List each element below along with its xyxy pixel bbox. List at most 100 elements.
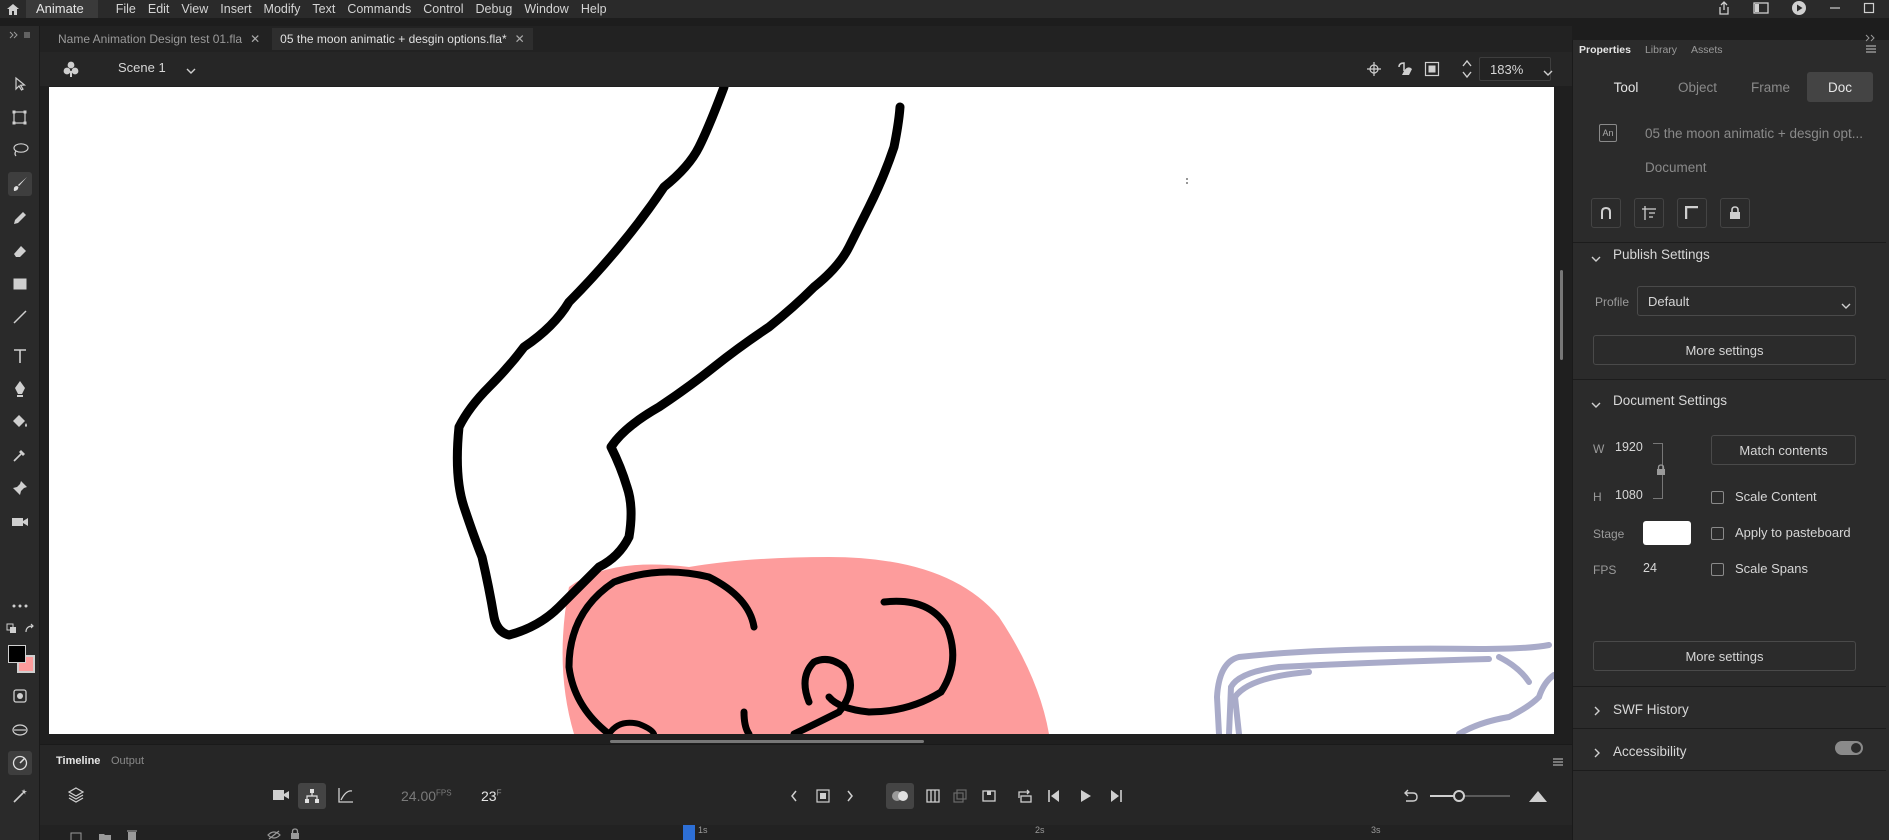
document-tab-active[interactable]: 05 the moon animatic + desgin options.fl…: [272, 28, 533, 50]
panel-collapse-icon[interactable]: [1865, 30, 1877, 45]
workspace-icon[interactable]: [1753, 1, 1769, 17]
chevron-left-icon[interactable]: [790, 790, 798, 805]
zoom-stepper-icon[interactable]: [1462, 57, 1472, 84]
stabilizer-icon[interactable]: [8, 751, 32, 775]
eraser-tool-icon[interactable]: [8, 239, 32, 263]
menu-commands[interactable]: Commands: [341, 0, 417, 18]
profile-dropdown[interactable]: Default: [1637, 286, 1856, 316]
fps-field[interactable]: 24: [1643, 561, 1657, 575]
step-back-icon[interactable]: [1047, 789, 1061, 806]
more-settings-button[interactable]: More settings: [1593, 335, 1856, 365]
zoom-dropdown-icon[interactable]: [1543, 65, 1553, 80]
scale-content-checkbox[interactable]: [1711, 491, 1724, 504]
lock-layer-icon[interactable]: [290, 828, 300, 840]
pen-tool-icon[interactable]: [8, 377, 32, 401]
object-drawing-icon[interactable]: [8, 684, 32, 708]
menu-help[interactable]: Help: [575, 0, 613, 18]
menu-edit[interactable]: Edit: [142, 0, 176, 18]
test-movie-icon[interactable]: [1791, 0, 1807, 19]
more-tools-icon[interactable]: [8, 594, 32, 618]
toolbar-collapse-icon[interactable]: [6, 28, 34, 42]
blank-keyframe-icon[interactable]: [981, 788, 997, 807]
undo-zoom-icon[interactable]: [1402, 789, 1418, 806]
frame-readout[interactable]: 23F: [481, 788, 501, 804]
close-tab-icon[interactable]: ✕: [250, 32, 260, 46]
lock-icon[interactable]: [1720, 198, 1750, 228]
brush-mode-icon[interactable]: [8, 718, 32, 742]
subtab-object[interactable]: Object: [1661, 72, 1734, 102]
stage-color-swatch[interactable]: [1643, 521, 1691, 545]
horizontal-scrollbar[interactable]: [610, 740, 924, 743]
play-icon[interactable]: [1079, 789, 1093, 806]
chevron-down-icon[interactable]: [1591, 251, 1601, 266]
new-folder-icon[interactable]: [98, 830, 112, 840]
lasso-tool-icon[interactable]: [8, 138, 32, 162]
camera-icon[interactable]: [272, 789, 290, 804]
chevron-down-icon[interactable]: [1841, 298, 1851, 313]
document-tab[interactable]: Name Animation Design test 01.fla ✕: [50, 28, 268, 50]
subtab-frame[interactable]: Frame: [1734, 72, 1807, 102]
tab-timeline[interactable]: Timeline: [56, 755, 100, 767]
tab-assets[interactable]: Assets: [1691, 44, 1723, 56]
pencil-tool-icon[interactable]: [8, 206, 32, 230]
fps-readout[interactable]: 24.00FPS: [401, 788, 452, 804]
loop-icon[interactable]: [1017, 788, 1033, 807]
eyedropper-tool-icon[interactable]: [8, 443, 32, 467]
constrain-lock-icon[interactable]: [1656, 464, 1666, 479]
rotation-tool-icon[interactable]: [1396, 61, 1414, 80]
chevron-down-icon[interactable]: [186, 63, 196, 78]
step-forward-icon[interactable]: [1109, 789, 1123, 806]
paint-bucket-tool-icon[interactable]: [8, 410, 32, 434]
swap-colors-icon[interactable]: [24, 623, 36, 638]
tab-library[interactable]: Library: [1645, 44, 1677, 56]
tab-properties[interactable]: Properties: [1579, 44, 1631, 56]
restore-icon[interactable]: [1863, 2, 1875, 17]
new-layer-icon[interactable]: [70, 830, 82, 840]
clip-content-icon[interactable]: [1424, 61, 1440, 80]
share-icon[interactable]: [1717, 0, 1731, 18]
stroke-color-swatch[interactable]: [8, 645, 26, 663]
subtab-tool[interactable]: Tool: [1591, 72, 1661, 102]
menu-debug[interactable]: Debug: [470, 0, 519, 18]
scale-spans-checkbox[interactable]: [1711, 563, 1724, 576]
menu-control[interactable]: Control: [417, 0, 469, 18]
close-tab-icon[interactable]: ✕: [515, 32, 525, 46]
menu-file[interactable]: File: [110, 0, 142, 18]
default-colors-icon[interactable]: [6, 623, 18, 638]
timeline-zoom-handle[interactable]: [1453, 790, 1465, 802]
menu-window[interactable]: Window: [518, 0, 574, 18]
align-icon[interactable]: [1634, 198, 1664, 228]
edit-symbols-icon[interactable]: [62, 60, 80, 81]
menu-modify[interactable]: Modify: [258, 0, 307, 18]
snap-icon[interactable]: [1591, 198, 1621, 228]
vertical-scrollbar[interactable]: [1560, 270, 1563, 360]
layers-icon[interactable]: [67, 787, 85, 806]
minimize-icon[interactable]: [1829, 2, 1841, 17]
chevron-right-icon[interactable]: [1593, 746, 1601, 761]
onion-skin-icon[interactable]: [886, 783, 914, 809]
menu-insert[interactable]: Insert: [214, 0, 257, 18]
apply-to-pasteboard-checkbox[interactable]: [1711, 527, 1724, 540]
swf-history-title[interactable]: SWF History: [1613, 702, 1689, 717]
layer-parenting-icon[interactable]: [298, 783, 326, 809]
camera-tool-icon[interactable]: [8, 510, 32, 534]
insert-keyframe-icon[interactable]: [952, 788, 968, 807]
height-field[interactable]: 1080: [1615, 488, 1643, 502]
eye-icon[interactable]: [267, 828, 281, 840]
chevron-down-icon[interactable]: [1591, 397, 1601, 412]
document-settings-title[interactable]: Document Settings: [1613, 393, 1727, 408]
center-stage-icon[interactable]: [1366, 61, 1382, 80]
center-frame-icon[interactable]: [815, 788, 831, 807]
app-name[interactable]: Animate: [26, 0, 98, 18]
chevron-right-icon[interactable]: [1593, 704, 1601, 719]
publish-settings-title[interactable]: Publish Settings: [1613, 247, 1710, 262]
ruler-icon[interactable]: [1677, 198, 1707, 228]
magic-wand-icon[interactable]: [8, 784, 32, 808]
accessibility-toggle[interactable]: [1835, 741, 1863, 755]
mountain-icon[interactable]: [1528, 789, 1548, 806]
delete-layer-icon[interactable]: [126, 829, 138, 840]
match-contents-button[interactable]: Match contents: [1711, 435, 1856, 465]
playhead[interactable]: [683, 825, 695, 840]
edit-multiple-frames-icon[interactable]: [925, 788, 941, 807]
menu-text[interactable]: Text: [306, 0, 341, 18]
